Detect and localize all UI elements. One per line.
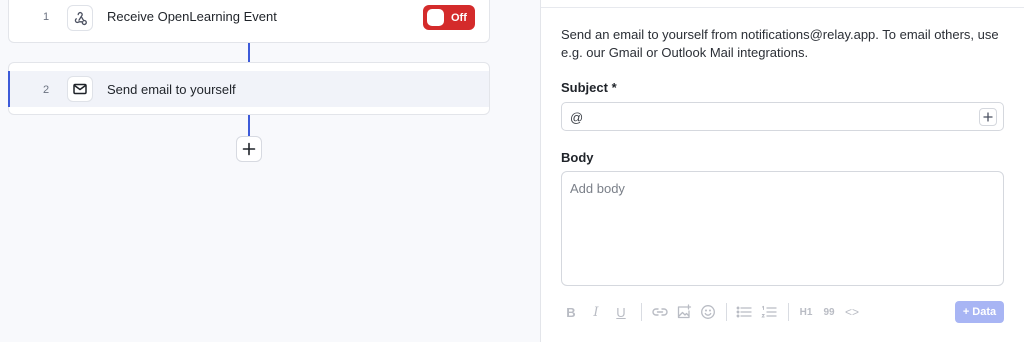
italic-button[interactable]: I <box>590 302 602 322</box>
webhook-icon <box>67 5 93 31</box>
plus-icon <box>983 112 993 122</box>
step-number: 2 <box>42 84 50 96</box>
step-description: Send an email to yourself from notificat… <box>561 27 999 60</box>
selected-accent-bar <box>8 71 10 107</box>
toolbar-divider <box>788 303 789 321</box>
plus-icon <box>242 142 256 156</box>
quote-button[interactable]: 99 <box>821 302 837 322</box>
subject-field[interactable]: @ <box>561 102 1004 131</box>
underline-button[interactable]: U <box>614 302 628 322</box>
subject-value: @ <box>570 110 584 125</box>
image-icon[interactable] <box>675 302 693 322</box>
panel-divider <box>541 7 1024 8</box>
rich-text-toolbar: B I U H1 99 <> + Data <box>561 300 1004 324</box>
step-title: Receive OpenLearning Event <box>107 9 277 24</box>
body-editor[interactable]: Add body <box>561 171 1004 286</box>
add-data-button[interactable]: + Data <box>955 301 1004 323</box>
insert-data-button[interactable] <box>979 108 997 126</box>
code-button[interactable]: <> <box>843 302 861 322</box>
step-number: 1 <box>42 11 50 23</box>
step-title: Send email to yourself <box>107 82 236 97</box>
subject-label: Subject * <box>561 80 617 95</box>
workflow-step-send-email[interactable]: 2 Send email to yourself <box>8 62 490 115</box>
body-label: Body <box>561 150 594 165</box>
bold-button[interactable]: B <box>565 302 577 322</box>
mail-icon <box>67 76 93 102</box>
workflow-canvas: 1 Receive OpenLearning Event Off 2 Send … <box>0 0 540 342</box>
workflow-on-off-toggle[interactable]: Off <box>423 5 475 30</box>
step-config-panel: Send an email to yourself from notificat… <box>540 0 1024 342</box>
toggle-label: Off <box>451 11 467 24</box>
add-step-button[interactable] <box>236 136 262 162</box>
toggle-knob <box>427 9 444 26</box>
bullet-list-icon[interactable] <box>735 302 753 322</box>
step-connector <box>248 43 250 62</box>
body-placeholder: Add body <box>570 181 625 196</box>
toolbar-divider <box>726 303 727 321</box>
workflow-step-trigger[interactable]: 1 Receive OpenLearning Event Off <box>8 0 490 43</box>
heading-button[interactable]: H1 <box>797 302 815 322</box>
toolbar-divider <box>641 303 642 321</box>
emoji-icon[interactable] <box>699 302 717 322</box>
step-connector <box>248 115 250 136</box>
link-icon[interactable] <box>651 302 669 322</box>
numbered-list-icon[interactable] <box>760 302 778 322</box>
